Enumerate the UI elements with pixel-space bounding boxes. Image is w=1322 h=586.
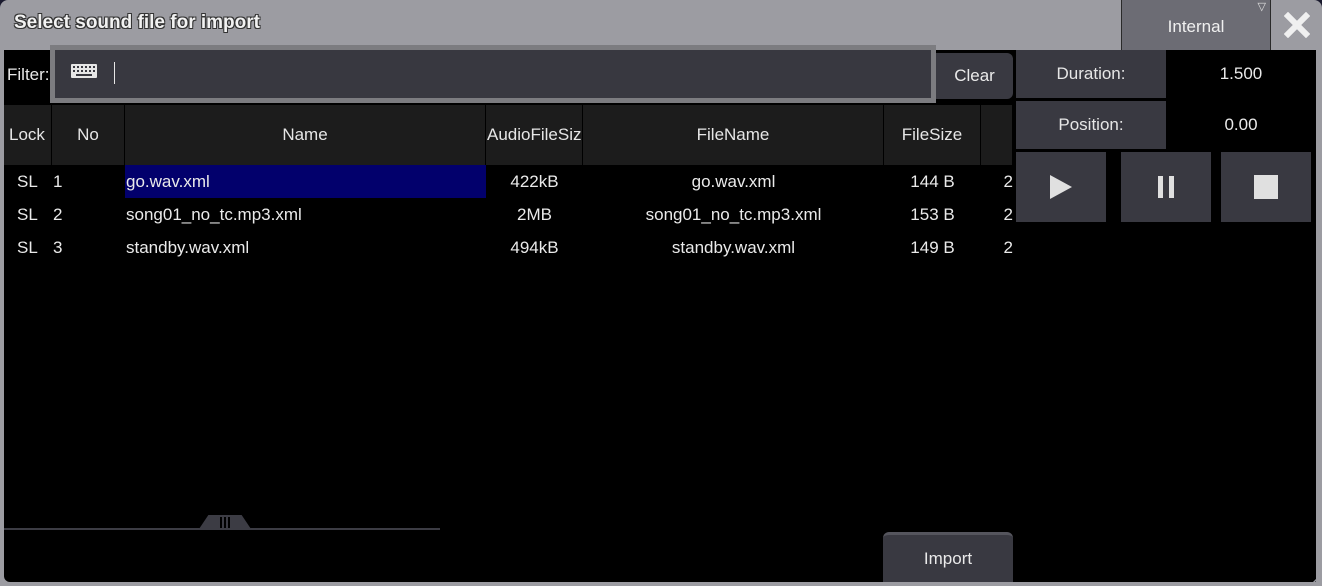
table-row[interactable]: SL 2 song01_no_tc.mp3.xml 2MB song01_no_… xyxy=(4,198,1013,231)
stop-icon xyxy=(1254,175,1278,199)
cell-audio-file-size: 422kB xyxy=(510,171,559,191)
position-value: 0.00 xyxy=(1224,115,1258,134)
cell-file-size: 153 B xyxy=(910,204,955,224)
table-row[interactable]: SL 3 standby.wav.xml 494kB standby.wav.x… xyxy=(4,231,1013,264)
cell-name-selected[interactable]: go.wav.xml xyxy=(125,165,486,198)
dialog-title: Select sound file for import xyxy=(14,12,260,33)
triangle-down-icon: ▽ xyxy=(1257,1,1266,13)
pause-button[interactable] xyxy=(1121,152,1211,222)
keyboard-icon[interactable] xyxy=(71,64,97,78)
cell-name[interactable]: standby.wav.xml xyxy=(125,231,486,264)
duration-label: Duration: xyxy=(1016,50,1166,98)
column-header-audio-file-size[interactable]: AudioFileSiz xyxy=(486,105,583,165)
pause-icon xyxy=(1158,176,1174,198)
table-row[interactable]: SL 1 go.wav.xml 422kB go.wav.xml 144 B 2 xyxy=(4,165,1013,198)
filter-input[interactable] xyxy=(50,45,936,103)
duration-value: 1.500 xyxy=(1219,64,1263,83)
cell-no: 3 xyxy=(53,237,63,257)
cell-extra: 2 xyxy=(1003,204,1013,224)
close-x-icon xyxy=(1284,12,1310,38)
sound-file-table: Lock No Name AudioFileSiz FileName FileS… xyxy=(4,105,1013,264)
import-dialog: Select sound file for import Internal ▽ … xyxy=(0,0,1322,586)
cell-file-name: go.wav.xml xyxy=(691,171,776,191)
column-header-file-size[interactable]: FileSize xyxy=(884,105,981,165)
clear-button[interactable]: Clear xyxy=(936,53,1013,99)
play-button[interactable] xyxy=(1016,152,1106,222)
cell-extra: 2 xyxy=(1003,237,1013,257)
import-button[interactable]: Import xyxy=(883,532,1013,582)
column-header-name[interactable]: Name xyxy=(125,105,486,165)
position-label: Position: xyxy=(1016,101,1166,149)
dialog-content: Filter: Clear Lock No Name AudioFileSiz … xyxy=(4,45,1316,582)
cell-lock: SL xyxy=(17,237,38,257)
grip-lines-icon xyxy=(220,516,230,528)
resize-handle[interactable] xyxy=(199,515,251,529)
cell-lock: SL xyxy=(17,204,38,224)
cell-extra: 2 xyxy=(1003,171,1013,191)
source-dropdown-value: Internal xyxy=(1167,17,1225,36)
cell-file-size: 149 B xyxy=(910,237,955,257)
cell-name[interactable]: song01_no_tc.mp3.xml xyxy=(125,198,486,231)
play-icon xyxy=(1050,175,1072,199)
cell-file-size: 144 B xyxy=(910,171,955,191)
cell-audio-file-size: 494kB xyxy=(510,237,559,257)
stop-button[interactable] xyxy=(1221,152,1311,222)
cell-file-name: standby.wav.xml xyxy=(671,237,796,257)
close-button[interactable] xyxy=(1278,6,1316,44)
column-header-file-name[interactable]: FileName xyxy=(583,105,884,165)
source-dropdown[interactable]: Internal ▽ xyxy=(1121,0,1271,50)
column-header-extra[interactable] xyxy=(981,105,1013,165)
cell-audio-file-size: 2MB xyxy=(517,204,552,224)
column-header-lock[interactable]: Lock xyxy=(4,105,52,165)
column-header-no[interactable]: No xyxy=(52,105,125,165)
cell-file-name: song01_no_tc.mp3.xml xyxy=(645,204,822,224)
filter-label: Filter: xyxy=(7,65,50,84)
text-caret xyxy=(114,62,115,84)
cell-lock: SL xyxy=(17,171,38,191)
cell-no: 2 xyxy=(53,204,63,224)
window-resize-grip-icon[interactable] xyxy=(1306,570,1322,586)
table-header: Lock No Name AudioFileSiz FileName FileS… xyxy=(4,105,1013,165)
cell-no: 1 xyxy=(53,171,63,191)
